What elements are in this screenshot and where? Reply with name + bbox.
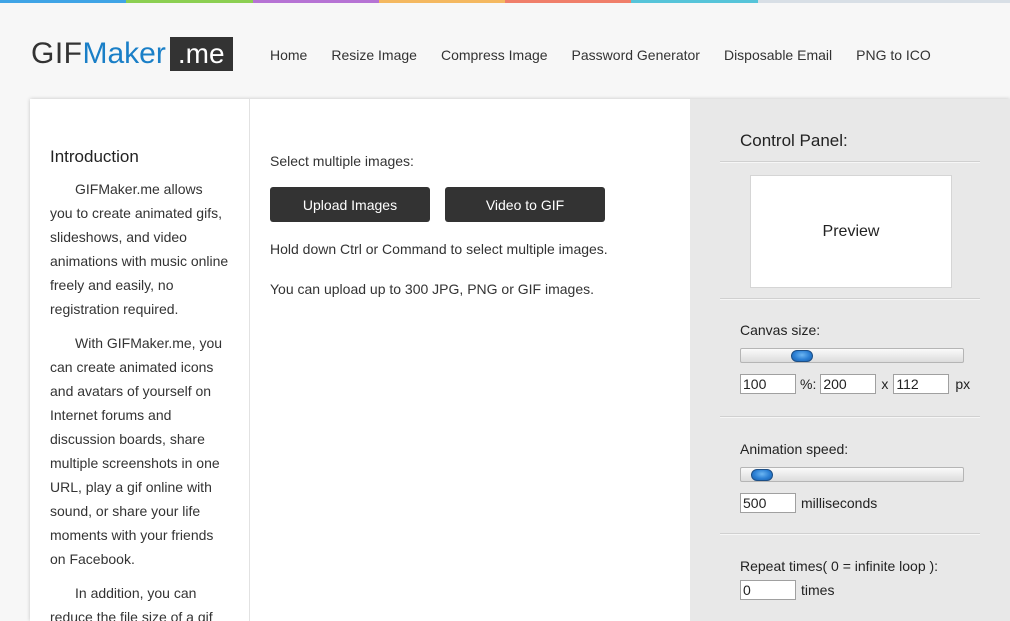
site-header: GIF Maker .me Home Resize Image Compress… [0,3,1010,99]
repeat-times-label: Repeat times( 0 = infinite loop ): [740,558,939,574]
select-images-label: Select multiple images: [270,153,414,169]
preview-section: Preview [720,163,980,299]
canvas-size-label: Canvas size: [740,322,821,338]
intro-paragraph: GIFMaker.me allows you to create animate… [50,181,229,317]
nav-link-resize-image[interactable]: Resize Image [331,46,417,64]
logo-text-gif: GIF [31,37,83,70]
control-panel: Control Panel: Preview Canvas size: %: x… [690,99,1010,621]
preview-button[interactable]: Preview [750,175,952,288]
canvas-size-slider[interactable] [740,348,964,363]
upload-area: Select multiple images: Upload Images Vi… [270,99,690,621]
repeat-times-inputs: times [740,580,980,600]
repeat-times-input[interactable] [740,580,796,600]
nav-link-password-generator[interactable]: Password Generator [572,46,700,64]
multi-select-hint: Hold down Ctrl or Command to select mult… [270,241,608,257]
percent-unit-label: %: [800,376,817,392]
intro-sidebar: Introduction GIFMaker.me allows you to c… [30,99,250,621]
canvas-size-section: Canvas size: %: x px [720,300,980,417]
control-panel-title: Control Panel: [720,99,980,162]
main-content: Introduction GIFMaker.me allows you to c… [30,99,1010,621]
animation-speed-label: Animation speed: [740,441,849,457]
animation-speed-slider[interactable] [740,467,964,482]
upload-button-row: Upload Images Video to GIF [270,187,690,222]
intro-paragraph: In addition, you can reduce the file siz… [50,585,213,621]
canvas-size-inputs: %: x px [740,374,980,394]
animation-speed-inputs: milliseconds [740,493,980,513]
upload-limit-hint: You can upload up to 300 JPG, PNG or GIF… [270,281,594,297]
canvas-size-slider-handle[interactable] [791,350,813,362]
intro-paragraph: With GIFMaker.me, you can create animate… [50,335,223,567]
intro-title: Introduction [50,147,139,166]
animation-speed-slider-handle[interactable] [751,469,773,481]
animation-speed-input[interactable] [740,493,796,513]
site-logo[interactable]: GIF Maker .me [31,37,233,71]
nav-link-compress-image[interactable]: Compress Image [441,46,548,64]
canvas-percent-input[interactable] [740,374,796,394]
px-unit-label: px [955,376,971,392]
upload-images-button[interactable]: Upload Images [270,187,430,222]
milliseconds-unit-label: milliseconds [801,495,878,511]
repeat-times-section: Repeat times( 0 = infinite loop ): times [720,535,980,621]
video-to-gif-button[interactable]: Video to GIF [445,187,605,222]
logo-text-maker: Maker [82,37,166,70]
times-unit-label: times [801,582,835,598]
nav-link-png-to-ico[interactable]: PNG to ICO [856,46,931,64]
nav-link-disposable-email[interactable]: Disposable Email [724,46,832,64]
main-nav: Home Resize Image Compress Image Passwor… [270,46,955,64]
logo-badge-me: .me [169,37,233,71]
canvas-height-input[interactable] [893,374,950,394]
nav-link-home[interactable]: Home [270,46,307,64]
animation-speed-section: Animation speed: milliseconds [720,418,980,534]
canvas-width-input[interactable] [820,374,877,394]
dimension-separator: x [881,376,889,392]
